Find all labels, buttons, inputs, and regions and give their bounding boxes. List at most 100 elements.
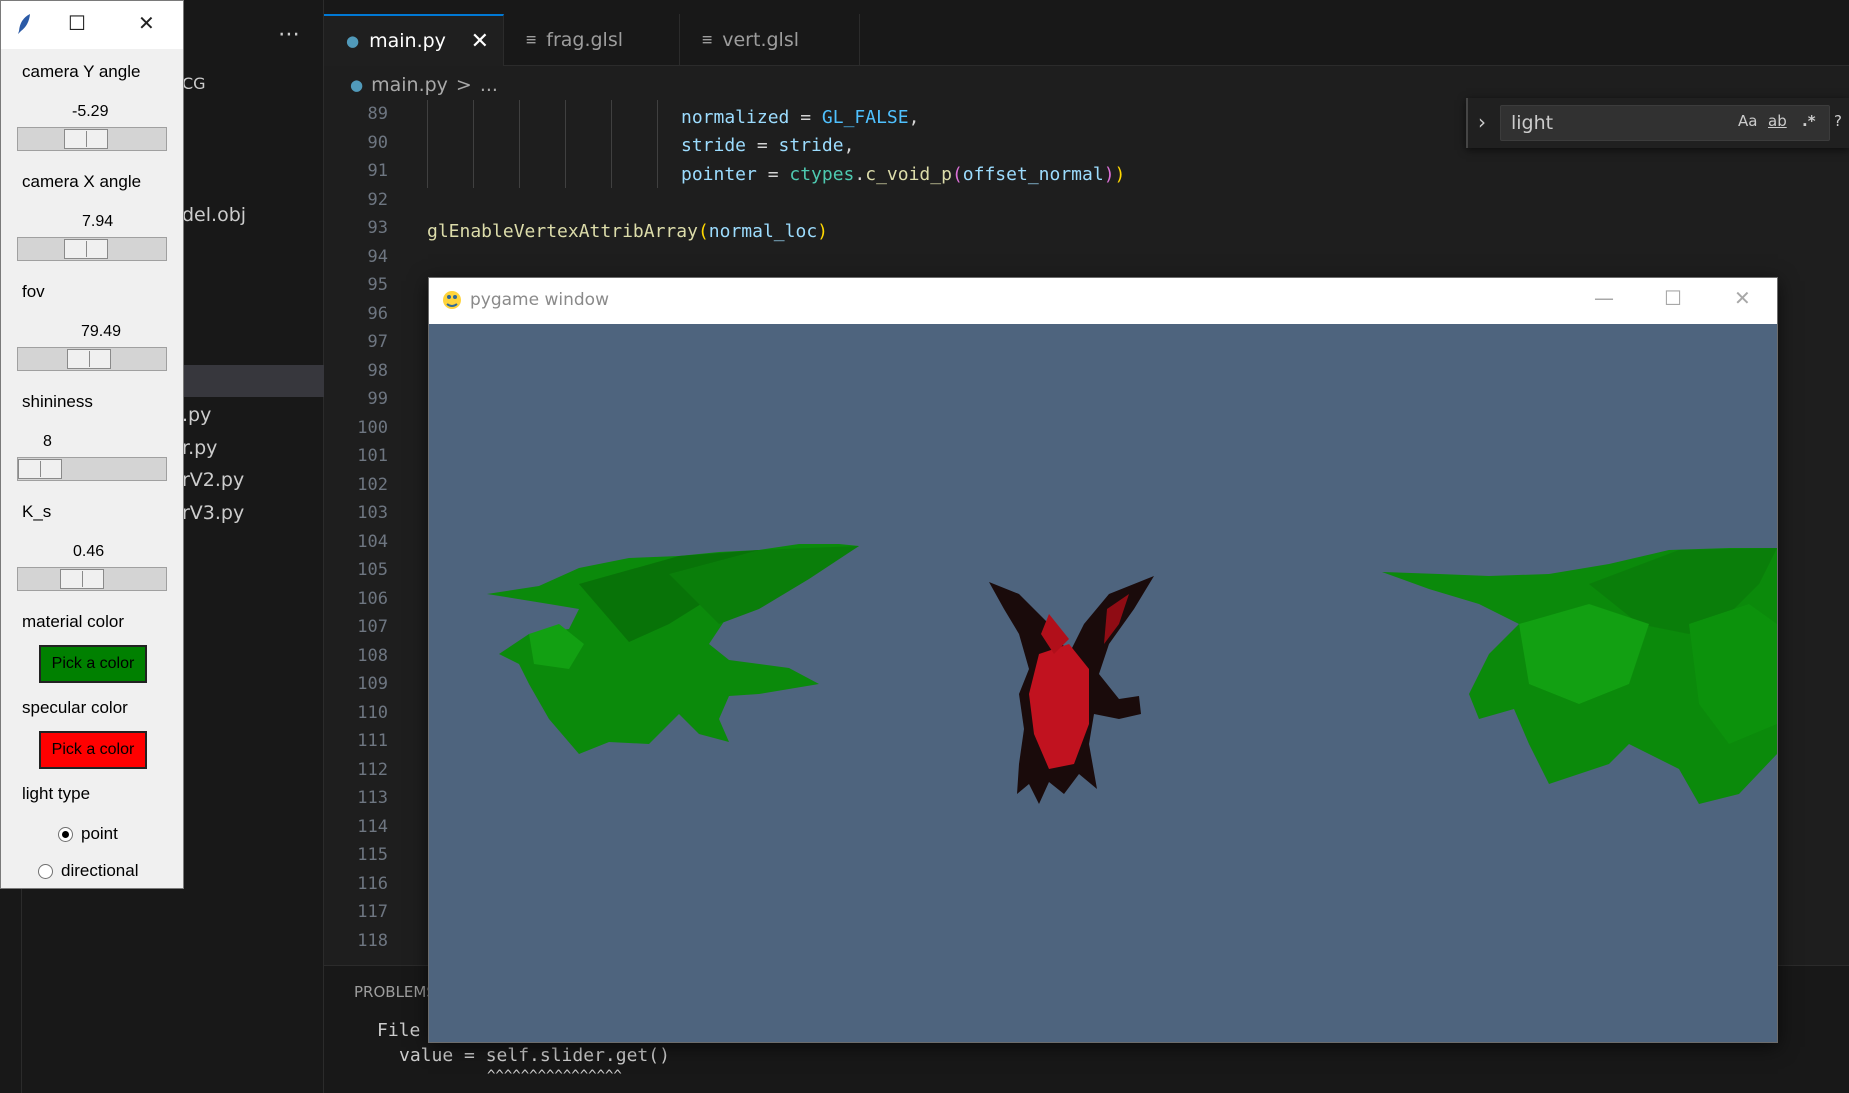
line-number: 101: [357, 446, 388, 466]
tab-label: frag.glsl: [546, 29, 624, 51]
shininess-slider[interactable]: [17, 457, 167, 481]
ks-slider[interactable]: [17, 567, 167, 591]
find-widget: › light Aa ab .* ?: [1466, 98, 1849, 148]
shininess-value: 8: [43, 433, 52, 450]
line-number: 109: [357, 674, 388, 694]
help-icon[interactable]: ?: [1834, 112, 1842, 130]
slider-thumb[interactable]: [64, 239, 108, 259]
pygame-titlebar[interactable]: pygame window — ☐ ✕: [429, 278, 1777, 324]
python-file-icon: ●: [346, 32, 360, 50]
indent-guide: [473, 100, 474, 188]
line-number: 107: [357, 617, 388, 637]
slider-thumb[interactable]: [67, 349, 111, 369]
line-number: 111: [357, 731, 388, 751]
radio-indicator[interactable]: [58, 826, 73, 842]
slider-thumb[interactable]: [64, 129, 108, 149]
tab-label: main.py: [369, 30, 446, 52]
explorer-file[interactable]: rV3.py: [182, 502, 244, 524]
line-number: 110: [357, 702, 388, 723]
explorer-file[interactable]: .py: [182, 404, 211, 426]
line-number: 90: [367, 132, 388, 153]
tk-control-window[interactable]: ☐ ✕ camera Y angle -5.29 camera X angle …: [0, 0, 184, 889]
text-file-icon: ≡: [526, 30, 537, 50]
radio-label: point: [81, 824, 118, 843]
camera-y-value: -5.29: [72, 103, 109, 120]
minimize-icon[interactable]: —: [1594, 286, 1614, 310]
terminal-line: File: [377, 1020, 421, 1041]
line-number: 118: [357, 930, 388, 951]
tab-label: vert.glsl: [722, 29, 800, 51]
explorer-folder-label[interactable]: CG: [182, 74, 206, 93]
shininess-label: shininess: [22, 392, 93, 411]
line-number: 104: [357, 531, 388, 552]
match-case-icon[interactable]: Aa: [1738, 112, 1757, 130]
python-file-icon: ●: [350, 76, 364, 94]
tab-main-py[interactable]: ● main.py ✕: [324, 14, 504, 66]
explorer-file[interactable]: rV2.py: [182, 469, 244, 491]
line-number: 99: [367, 389, 388, 409]
line-number: 103: [357, 503, 388, 523]
panel-tab-problems[interactable]: PROBLEMS: [354, 983, 436, 1001]
dragon-model-left: [487, 544, 859, 754]
line-number: 95: [367, 275, 388, 295]
pygame-snake-icon: [443, 291, 461, 309]
explorer-file[interactable]: r.py: [182, 437, 217, 459]
specular-color-button[interactable]: Pick a color: [39, 731, 147, 769]
indent-guide: [657, 100, 658, 188]
indent-guide: [611, 100, 612, 188]
terminal-line: value = self.slider.get(): [399, 1045, 670, 1066]
radio-indicator[interactable]: [38, 863, 53, 879]
line-number: 116: [357, 873, 388, 894]
close-icon[interactable]: ✕: [471, 29, 489, 54]
line-number: 114: [357, 816, 388, 837]
line-number: 94: [367, 246, 388, 267]
line-number: 117: [357, 902, 388, 922]
close-icon[interactable]: ✕: [138, 11, 155, 36]
specular-color-label: specular color: [22, 698, 128, 717]
line-number: 115: [357, 845, 388, 865]
line-number: 92: [367, 189, 388, 210]
breadcrumb-symbol[interactable]: ...: [480, 74, 498, 96]
light-type-label: light type: [22, 784, 91, 803]
code-line-89[interactable]: normalized = GL_FALSE,: [681, 104, 919, 132]
tk-titlebar[interactable]: ☐ ✕: [1, 1, 183, 49]
pygame-window[interactable]: pygame window — ☐ ✕: [428, 277, 1778, 1043]
indent-guide: [565, 100, 566, 188]
render-viewport[interactable]: [429, 324, 1777, 1042]
maximize-icon[interactable]: ☐: [68, 11, 86, 36]
breadcrumb-file[interactable]: main.py: [371, 74, 448, 96]
maximize-icon[interactable]: ☐: [1664, 286, 1682, 310]
material-color-button[interactable]: Pick a color: [39, 645, 147, 683]
dragon-model-center: [989, 576, 1154, 804]
editor-tab-bar: ● main.py ✕ ≡ frag.glsl ≡ vert.glsl: [324, 0, 1849, 66]
camera-x-slider[interactable]: [17, 237, 167, 261]
regex-icon[interactable]: .*: [1802, 112, 1816, 130]
camera-y-slider[interactable]: [17, 127, 167, 151]
tab-frag-glsl[interactable]: ≡ frag.glsl: [504, 14, 680, 66]
code-line-90[interactable]: stride = stride,: [681, 132, 854, 160]
line-number: 89: [367, 104, 388, 124]
radio-directional[interactable]: directional: [38, 861, 139, 881]
chevron-right-icon[interactable]: ›: [1478, 110, 1486, 134]
line-number: 102: [357, 474, 388, 495]
code-line-91[interactable]: pointer = ctypes.c_void_p(offset_normal)…: [681, 161, 1125, 189]
close-icon[interactable]: ✕: [1734, 286, 1751, 310]
fov-value: 79.49: [81, 323, 122, 340]
slider-thumb[interactable]: [18, 459, 62, 479]
line-number: 113: [357, 788, 388, 808]
line-number: 93: [367, 218, 388, 238]
terminal-line: ^^^^^^^^^^^^^^^^: [487, 1068, 622, 1084]
radio-point[interactable]: point: [58, 824, 118, 844]
explorer-file[interactable]: del.obj: [182, 204, 246, 226]
more-actions-icon[interactable]: ⋯: [278, 22, 301, 47]
line-number: 98: [367, 360, 388, 381]
tab-vert-glsl[interactable]: ≡ vert.glsl: [680, 14, 860, 66]
match-whole-word-icon[interactable]: ab: [1768, 112, 1787, 130]
code-line-93[interactable]: glEnableVertexAttribArray(normal_loc): [427, 218, 828, 246]
indent-guide: [519, 100, 520, 188]
fov-label: fov: [22, 282, 45, 301]
fov-slider[interactable]: [17, 347, 167, 371]
radio-label: directional: [61, 861, 139, 880]
material-color-label: material color: [22, 612, 125, 631]
slider-thumb[interactable]: [60, 569, 104, 589]
